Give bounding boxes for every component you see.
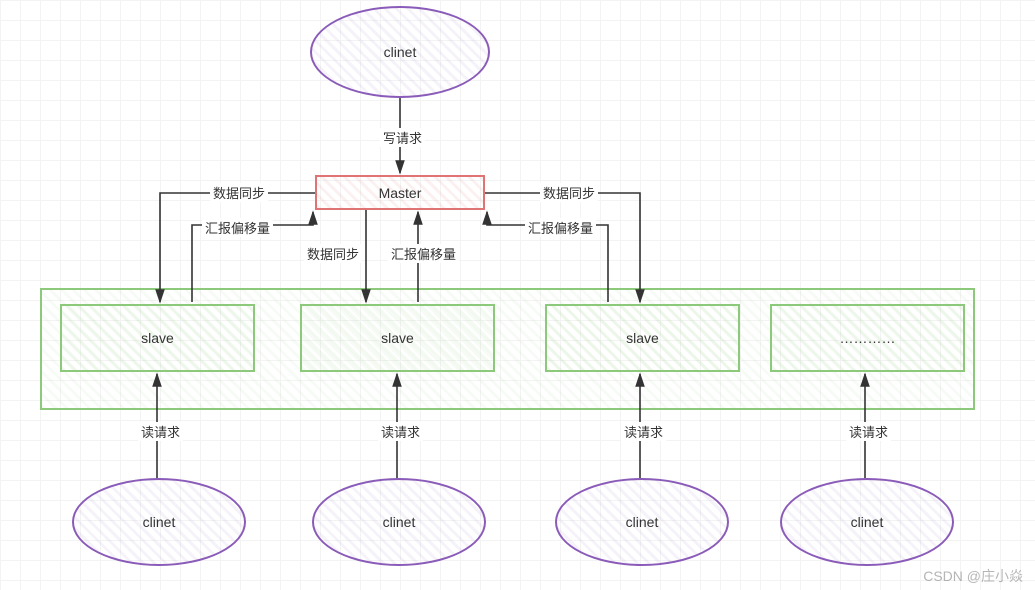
label-report-offset-left: 汇报偏移量 bbox=[202, 218, 273, 237]
watermark: CSDN @庄小焱 bbox=[923, 566, 1023, 586]
label-read-4: 读请求 bbox=[846, 422, 891, 441]
client-bottom-2: clinet bbox=[312, 478, 486, 566]
slave-box-1: slave bbox=[60, 304, 255, 372]
client-bottom-label-4: clinet bbox=[851, 514, 884, 530]
label-read-2: 读请求 bbox=[378, 422, 423, 441]
label-data-sync-right: 数据同步 bbox=[540, 183, 598, 202]
client-bottom-label-2: clinet bbox=[383, 514, 416, 530]
slave-box-2: slave bbox=[300, 304, 495, 372]
label-data-sync-left: 数据同步 bbox=[210, 183, 268, 202]
label-read-1: 读请求 bbox=[138, 422, 183, 441]
slave-label-1: slave bbox=[141, 330, 174, 346]
client-top-ellipse: clinet bbox=[310, 6, 490, 98]
label-read-3: 读请求 bbox=[621, 422, 666, 441]
client-bottom-label-3: clinet bbox=[626, 514, 659, 530]
client-bottom-3: clinet bbox=[555, 478, 729, 566]
label-data-sync-mid: 数据同步 bbox=[304, 244, 362, 263]
label-report-offset-mid: 汇报偏移量 bbox=[388, 244, 459, 263]
client-bottom-1: clinet bbox=[72, 478, 246, 566]
slave-label-2: slave bbox=[381, 330, 414, 346]
client-top-label: clinet bbox=[384, 44, 417, 60]
client-bottom-label-1: clinet bbox=[143, 514, 176, 530]
slave-label-3: slave bbox=[626, 330, 659, 346]
slave-box-3: slave bbox=[545, 304, 740, 372]
master-box: Master bbox=[315, 175, 485, 210]
slave-label-4: ………… bbox=[840, 330, 896, 346]
label-write-request: 写请求 bbox=[380, 128, 425, 147]
master-label: Master bbox=[379, 185, 422, 201]
slave-box-4: ………… bbox=[770, 304, 965, 372]
label-report-offset-right: 汇报偏移量 bbox=[525, 218, 596, 237]
client-bottom-4: clinet bbox=[780, 478, 954, 566]
